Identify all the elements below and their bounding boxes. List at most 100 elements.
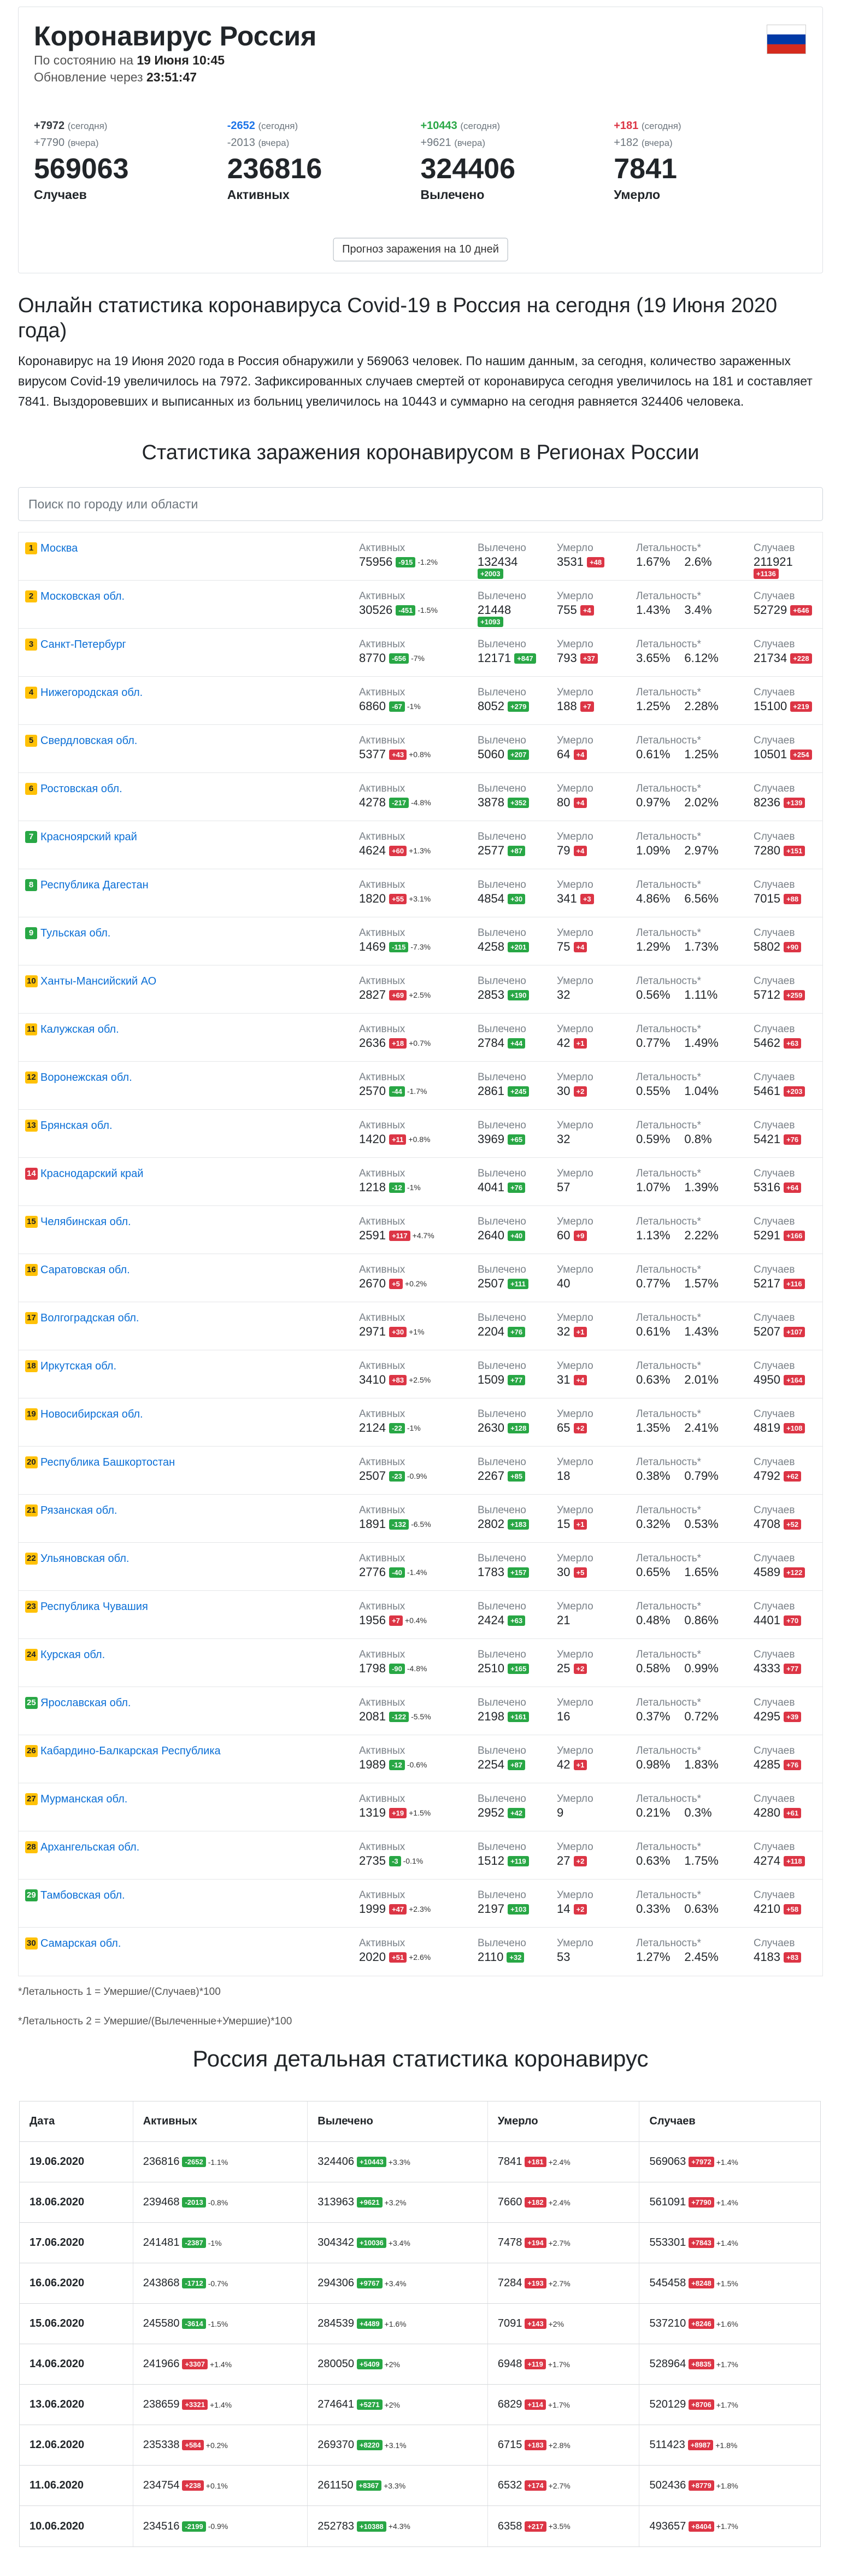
region-cases: Случаев 5462 +63 (754, 1022, 802, 1050)
region-link[interactable]: Челябинская обл. (40, 1216, 131, 1228)
lethality-2: 1.49% (684, 1036, 719, 1050)
forecast-button[interactable]: Прогноз заражения на 10 дней (333, 238, 508, 261)
search-input[interactable] (18, 487, 823, 521)
region-link[interactable]: Тульская обл. (40, 927, 110, 939)
region-link[interactable]: Тамбовская обл. (40, 1889, 125, 1901)
lethality-label: Летальность* (636, 1120, 702, 1131)
detail-active: 239468 -2013 -0.8% (133, 2182, 308, 2222)
recovered-label: Вылечено (478, 1312, 526, 1324)
active-delta-badge: -122 (389, 1712, 409, 1722)
region-active: Активных 2776 -40 -1.4% (359, 1552, 427, 1579)
region-link[interactable]: Калужская обл. (40, 1023, 119, 1035)
region-link[interactable]: Свердловская обл. (40, 735, 137, 747)
died-delta-badge: +37 (580, 653, 598, 664)
lethality-values: 1.13% 2.22% (636, 1228, 733, 1242)
region-link[interactable]: Воронежская обл. (40, 1072, 132, 1084)
region-link[interactable]: Кабардино-Балкарская Республика (40, 1745, 221, 1757)
active-delta-badge: -12 (389, 1760, 405, 1770)
recovered-label: Вылечено (478, 1889, 526, 1901)
region-link[interactable]: Волгоградская обл. (40, 1312, 139, 1324)
region-link[interactable]: Республика Башкортостан (40, 1456, 175, 1468)
cases-delta-badge: +122 (784, 1567, 805, 1578)
detail-died: 7284 +193 +2.7% (488, 2263, 640, 2303)
lethality-values: 0.38% 0.79% (636, 1469, 733, 1483)
active-value: 2570 -44 -1.7% (359, 1084, 427, 1098)
recovered-delta-badge: +128 (508, 1423, 530, 1433)
died-delta-badge: +2 (573, 1664, 587, 1674)
region-link[interactable]: Архангельская обл. (40, 1841, 139, 1853)
region-link[interactable]: Ярославская обл. (40, 1697, 131, 1709)
region-link[interactable]: Санкт-Петербург (40, 639, 126, 651)
region-link[interactable]: Республика Дагестан (40, 879, 149, 891)
region-link[interactable]: Иркутская обл. (40, 1360, 116, 1372)
active-delta-badge: +55 (389, 894, 407, 904)
died-value: 341 +3 (557, 892, 594, 905)
active-value: 2020 +51 +2.6% (359, 1950, 431, 1964)
region-link[interactable]: Брянская обл. (40, 1120, 113, 1132)
active-percent: +0.2% (404, 1279, 427, 1288)
region-link[interactable]: Красноярский край (40, 831, 137, 843)
region-link[interactable]: Нижегородская обл. (40, 687, 143, 699)
region-row: 10 Ханты-Мансийский АО Активных 2827 +69 +2.… (19, 965, 822, 1014)
recovered-value: 2197 +103 (478, 1902, 530, 1916)
region-rank-badge: 23 (25, 1601, 38, 1613)
region-link[interactable]: Новосибирская обл. (40, 1408, 143, 1420)
region-rank-badge: 30 (25, 1937, 38, 1949)
region-active: Активных 1420 +11 +0.8% (359, 1119, 431, 1146)
region-row: 16 Саратовская обл. Активных 2670 +5 +0.2% Вы… (19, 1254, 822, 1302)
active-value: 4278 -217 -4.8% (359, 795, 431, 809)
detail-active-percent: -0.7% (208, 2279, 228, 2288)
region-link[interactable]: Саратовская обл. (40, 1264, 130, 1276)
active-value: 1218 -12 -1% (359, 1180, 421, 1194)
region-lethality: Летальность* 1.27% 2.45% (636, 1936, 733, 1964)
region-link[interactable]: Московская обл. (40, 590, 125, 602)
detail-date: 11.06.2020 (20, 2466, 133, 2505)
active-value: 5377 +43 +0.8% (359, 747, 431, 761)
region-lethality: Летальность* 0.65% 1.65% (636, 1552, 733, 1579)
detail-cases-percent: +1.7% (716, 2360, 738, 2369)
region-recovered: Вылечено 1783 +157 (478, 1552, 530, 1579)
died-value: 75 +4 (557, 940, 593, 953)
region-cases: Случаев 5291 +166 (754, 1215, 805, 1242)
region-link[interactable]: Ростовская обл. (40, 783, 122, 795)
region-lethality: Летальность* 0.21% 0.3% (636, 1792, 726, 1819)
recovered-delta-badge: +76 (508, 1182, 526, 1193)
stat-today-tag: (сегодня) (460, 121, 501, 131)
detail-cases-delta-badge: +8779 (689, 2480, 714, 2491)
lethality-1: 0.55% (636, 1084, 671, 1098)
active-percent: -1.4% (407, 1568, 427, 1577)
lethality-label: Летальность* (636, 1553, 702, 1564)
region-link[interactable]: Мурманская обл. (40, 1793, 127, 1805)
died-value: 27 +2 (557, 1854, 593, 1867)
region-recovered: Вылечено 2204 +76 (478, 1311, 526, 1338)
region-active: Активных 4278 -217 -4.8% (359, 782, 431, 810)
stat-yesterday-tag: (вчера) (641, 138, 673, 148)
detail-died-delta-badge: +114 (525, 2399, 546, 2410)
detail-died-percent: +3.5% (548, 2522, 571, 2531)
region-link[interactable]: Москва (40, 542, 78, 554)
recovered-delta-badge: +183 (508, 1519, 530, 1530)
region-link[interactable]: Ханты-Мансийский АО (40, 975, 156, 987)
recovered-label: Вылечено (478, 783, 526, 794)
active-label: Активных (359, 927, 405, 939)
region-lethality: Летальность* 0.63% 1.75% (636, 1840, 733, 1867)
region-active: Активных 1989 -12 -0.6% (359, 1744, 427, 1772)
region-link[interactable]: Курская обл. (40, 1649, 105, 1661)
region-link[interactable]: Краснодарский край (40, 1168, 143, 1180)
lethality-label: Летальность* (636, 783, 702, 794)
active-label: Активных (359, 735, 405, 746)
region-link[interactable]: Рязанская обл. (40, 1504, 117, 1517)
recovered-value: 4854 +30 (478, 892, 526, 905)
region-active: Активных 1891 -132 -6.5% (359, 1503, 431, 1531)
recovered-value: 2952 +42 (478, 1806, 526, 1819)
stat-today-tag: (сегодня) (258, 121, 298, 131)
region-recovered: Вылечено 132434 +2003 (478, 541, 526, 579)
cases-value: 7280 +151 (754, 844, 805, 857)
region-link[interactable]: Республика Чувашия (40, 1601, 148, 1613)
lethality-2: 1.73% (684, 940, 719, 953)
cases-value: 5421 +76 (754, 1132, 802, 1146)
cases-value: 4950 +164 (754, 1373, 805, 1386)
region-link[interactable]: Ульяновская обл. (40, 1553, 129, 1565)
region-link[interactable]: Самарская обл. (40, 1937, 121, 1949)
stat-label: Случаев (34, 188, 87, 202)
